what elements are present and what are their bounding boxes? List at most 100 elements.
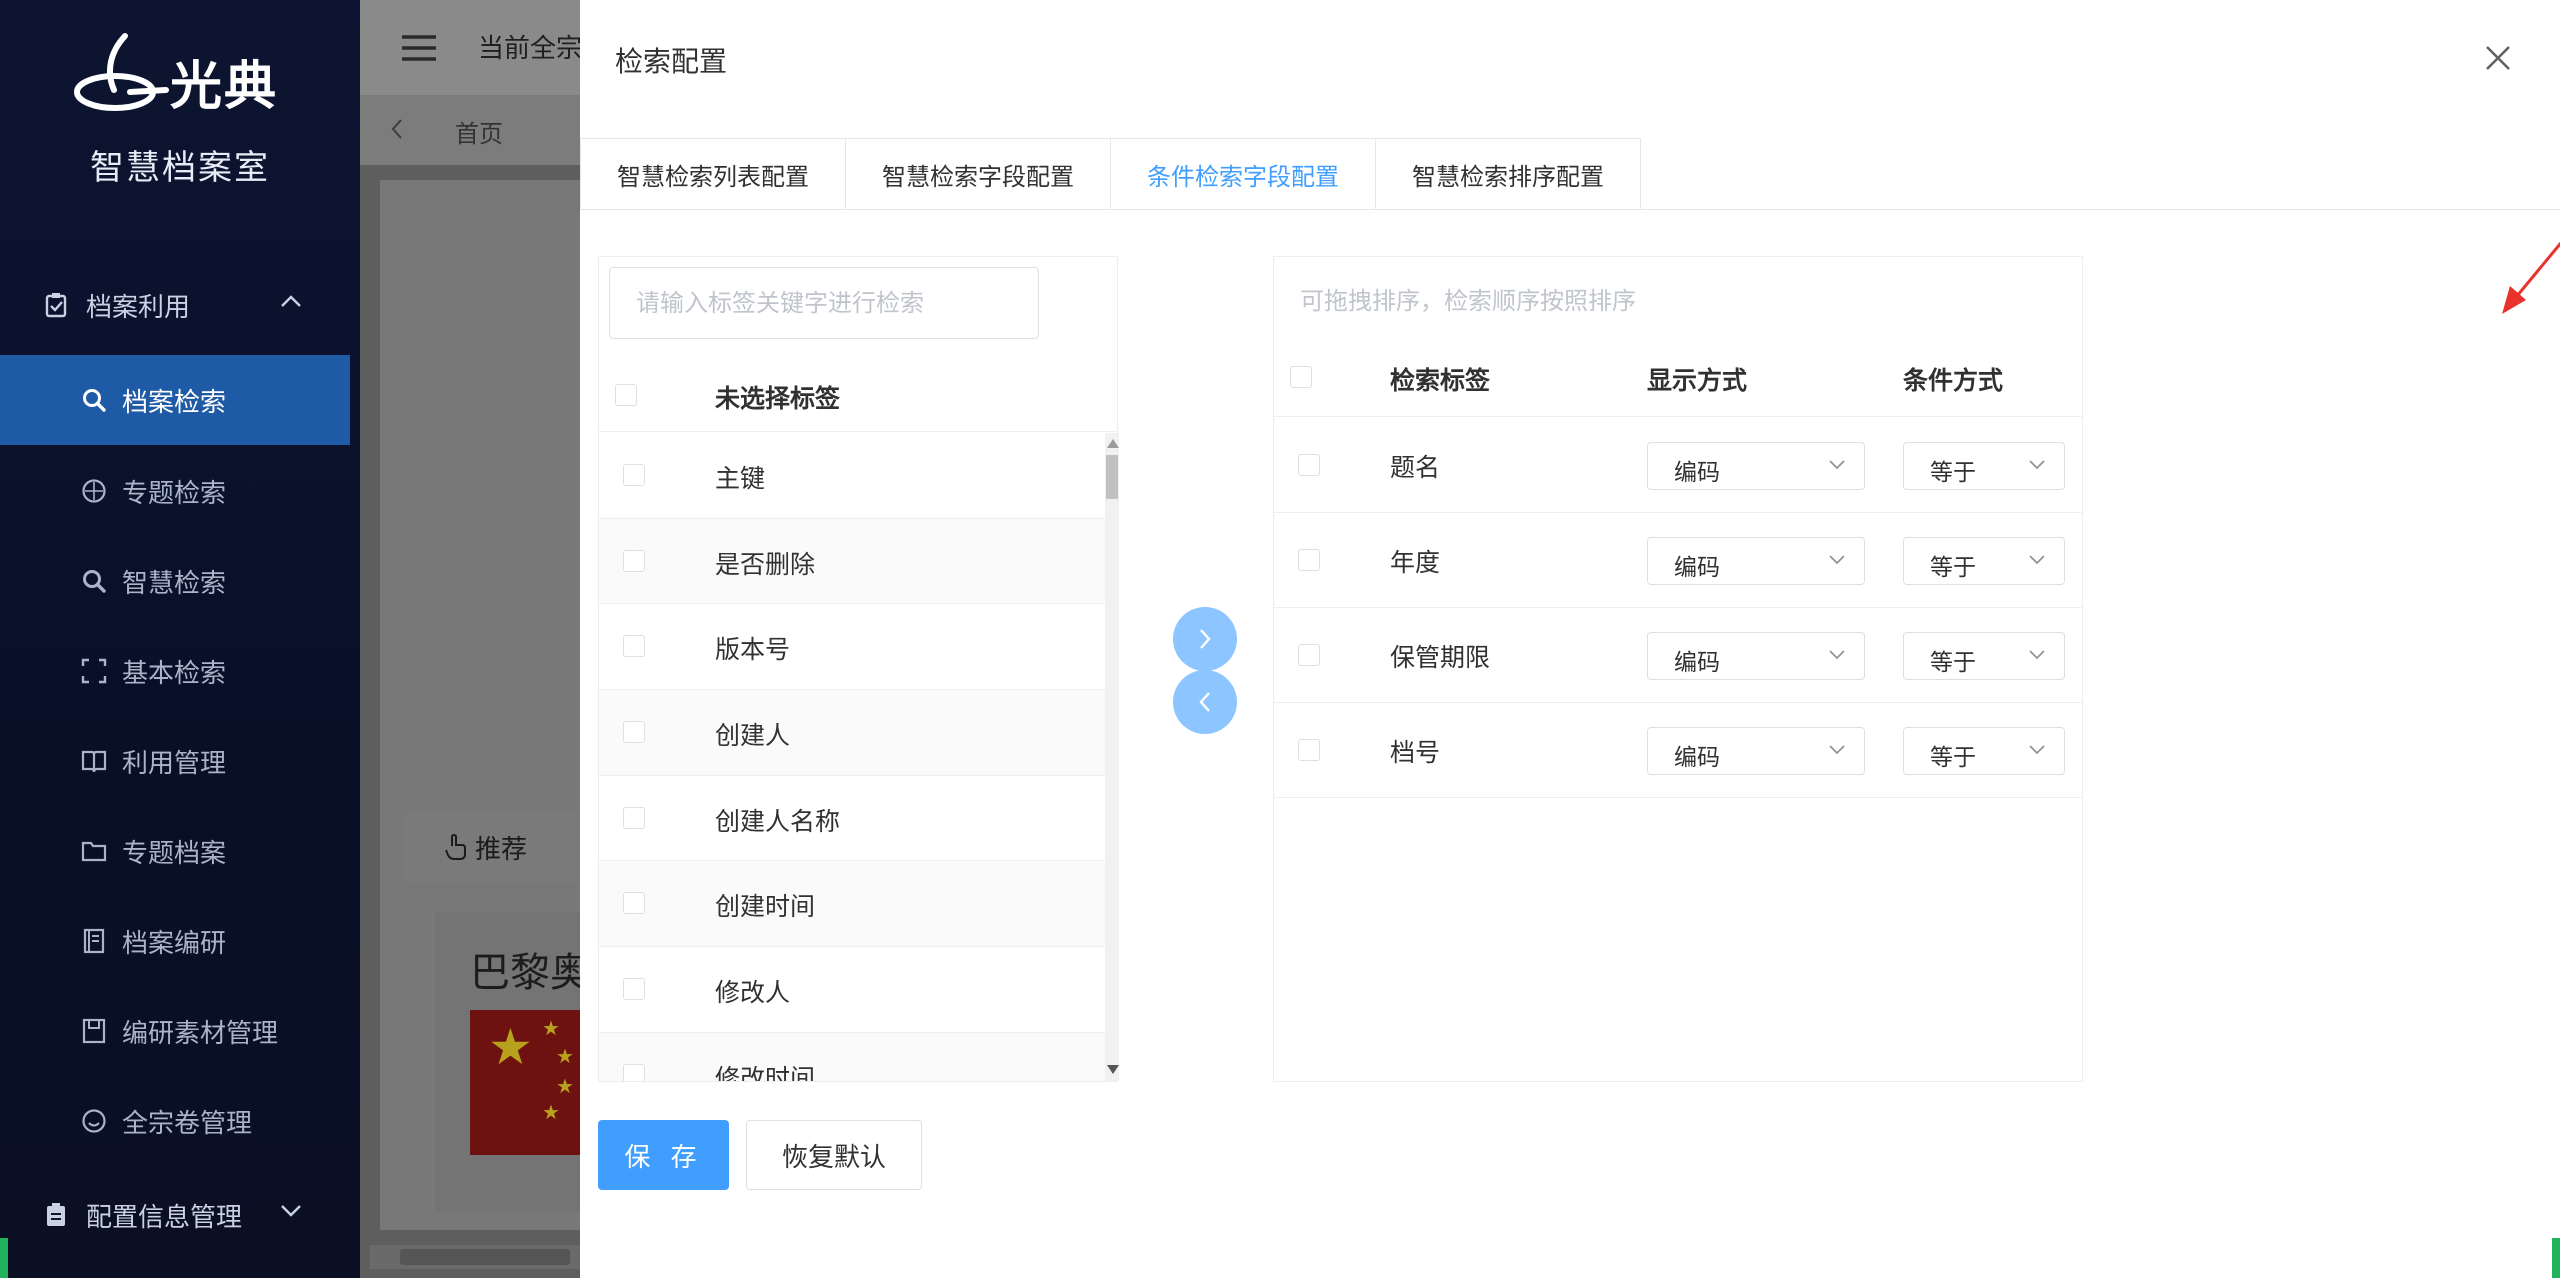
hand-icon <box>445 833 467 867</box>
sidebar-item-topic-search[interactable]: 专题检索 <box>0 446 350 536</box>
select-value: 编码 <box>1674 650 1720 676</box>
smile-icon <box>80 1107 108 1135</box>
menu-toggle-icon[interactable] <box>400 34 438 62</box>
menu-group-archive-use[interactable]: 档案利用 <box>0 260 350 350</box>
row-checkbox[interactable] <box>623 721 645 744</box>
tab-smart-search-sort[interactable]: 智慧检索排序配置 <box>1376 138 1641 210</box>
list-item[interactable]: 修改时间 <box>599 1032 1105 1081</box>
table-row[interactable]: 题名 编码 等于 <box>1274 418 2082 513</box>
row-checkbox[interactable] <box>1298 549 1320 571</box>
condition-mode-select[interactable]: 等于 <box>1903 442 2065 490</box>
close-icon[interactable] <box>2478 38 2518 78</box>
move-left-button[interactable] <box>1173 670 1237 734</box>
column-header-display: 显示方式 <box>1647 366 1748 395</box>
tab-recommend[interactable]: 推荐 <box>405 812 585 882</box>
chevron-down-icon <box>2029 555 2045 565</box>
display-mode-select[interactable]: 编码 <box>1647 727 1865 775</box>
sidebar-item-label: 档案检索 <box>122 387 227 418</box>
news-title: 巴黎奥 <box>470 950 590 996</box>
annotation-arrow-icon <box>2502 241 2560 314</box>
restore-default-button[interactable]: 恢复默认 <box>746 1120 922 1190</box>
drag-sort-hint: 可拖拽排序，检索顺序按照排序 <box>1300 287 1636 315</box>
scroll-up-icon[interactable] <box>1107 439 1119 448</box>
condition-mode-select[interactable]: 等于 <box>1903 727 2065 775</box>
condition-mode-select[interactable]: 等于 <box>1903 632 2065 680</box>
chevron-right-icon <box>1200 629 1211 649</box>
tab-home[interactable]: 首页 <box>455 114 503 149</box>
list-item-label: 创建人名称 <box>715 806 841 836</box>
row-checkbox[interactable] <box>623 806 645 829</box>
list-item[interactable]: 版本号 <box>599 604 1105 691</box>
list-item[interactable]: 创建人 <box>599 690 1105 776</box>
sidebar-item-label: 基本检索 <box>122 658 227 689</box>
sidebar-item-archive-search[interactable]: 档案检索 <box>0 355 350 445</box>
display-mode-select[interactable]: 编码 <box>1647 632 1865 680</box>
sidebar-item-fonds-management[interactable]: 全宗卷管理 <box>0 1076 350 1166</box>
condition-mode-select[interactable]: 等于 <box>1903 537 2065 585</box>
move-right-button[interactable] <box>1173 607 1237 671</box>
sidebar-item-label: 专题检索 <box>122 478 227 509</box>
row-checkbox[interactable] <box>1298 739 1320 761</box>
chevron-down-icon <box>281 1205 301 1217</box>
scrollbar-thumb[interactable] <box>1106 455 1118 499</box>
select-value: 等于 <box>1930 650 1976 676</box>
row-checkbox[interactable] <box>1298 454 1320 476</box>
table-row[interactable]: 年度 编码 等于 <box>1274 513 2082 608</box>
list-item[interactable]: 创建人名称 <box>599 776 1105 862</box>
list-item[interactable]: 主键 <box>599 433 1105 519</box>
row-label: 年度 <box>1390 548 1441 577</box>
unselected-header-label: 未选择标签 <box>715 384 841 413</box>
row-checkbox[interactable] <box>623 635 645 658</box>
table-row[interactable]: 保管期限 编码 等于 <box>1274 608 2082 703</box>
sidebar-item-basic-search[interactable]: 基本检索 <box>0 626 350 716</box>
save-icon <box>80 1017 108 1045</box>
display-mode-select[interactable]: 编码 <box>1647 442 1865 490</box>
row-checkbox[interactable] <box>623 892 645 915</box>
config-tabs: 智慧检索列表配置 智慧检索字段配置 条件检索字段配置 智慧检索排序配置 <box>580 138 1641 210</box>
scroll-down-icon[interactable] <box>1107 1065 1119 1074</box>
sidebar-item-topic-archive[interactable]: 专题档案 <box>0 806 350 896</box>
menu-group-label: 档案利用 <box>86 292 191 323</box>
select-all-checkbox[interactable] <box>1290 366 1312 388</box>
save-button[interactable]: 保 存 <box>598 1120 729 1190</box>
sidebar-item-use-management[interactable]: 利用管理 <box>0 716 350 806</box>
chevron-left-icon[interactable] <box>390 118 404 140</box>
chevron-down-icon <box>1829 460 1845 470</box>
scrollbar-thumb[interactable] <box>400 1249 570 1265</box>
row-checkbox[interactable] <box>1298 644 1320 666</box>
sidebar-item-archive-research[interactable]: 档案编研 <box>0 896 350 986</box>
selected-labels-panel: 可拖拽排序，检索顺序按照排序 检索标签 显示方式 条件方式 题名 编码 等于 年… <box>1273 256 2083 1082</box>
chevron-down-icon <box>2029 460 2045 470</box>
horizontal-scrollbar[interactable] <box>370 1245 580 1269</box>
list-item-label: 是否删除 <box>715 549 816 579</box>
current-fonds-label: 当前全宗 <box>478 34 583 64</box>
list-item[interactable]: 是否删除 <box>599 518 1105 605</box>
unselected-labels-panel: 未选择标签 主键 是否删除 版本号 创建人 创建人名称 创建时间 修改人 修改时… <box>598 256 1119 1082</box>
vertical-scrollbar[interactable] <box>1105 433 1119 1081</box>
notebook-icon <box>80 927 108 955</box>
row-checkbox[interactable] <box>623 464 645 486</box>
unselected-header: 未选择标签 <box>599 357 1117 432</box>
list-item[interactable]: 修改人 <box>599 947 1105 1033</box>
select-all-checkbox[interactable] <box>615 384 637 406</box>
row-checkbox[interactable] <box>623 978 645 1001</box>
select-value: 等于 <box>1930 555 1976 581</box>
tab-condition-search-fields[interactable]: 条件检索字段配置 <box>1111 138 1376 210</box>
list-item-label: 创建时间 <box>715 892 816 922</box>
sidebar-item-material-management[interactable]: 编研素材管理 <box>0 986 350 1076</box>
table-row[interactable]: 档号 编码 等于 <box>1274 703 2082 798</box>
sidebar-item-smart-search[interactable]: 智慧检索 <box>0 536 350 626</box>
menu-group-config-management[interactable]: 配置信息管理 <box>0 1170 350 1260</box>
list-item-label: 修改人 <box>715 978 791 1008</box>
tab-smart-search-list[interactable]: 智慧检索列表配置 <box>580 138 846 210</box>
list-item[interactable]: 创建时间 <box>599 861 1105 948</box>
folder-icon <box>80 837 108 865</box>
label-search-input[interactable] <box>609 267 1039 339</box>
row-checkbox[interactable] <box>623 1063 645 1081</box>
menu-group-label: 配置信息管理 <box>86 1202 243 1233</box>
row-checkbox[interactable] <box>623 549 645 572</box>
system-title: 智慧档案室 <box>90 148 270 188</box>
display-mode-select[interactable]: 编码 <box>1647 537 1865 585</box>
tab-smart-search-fields[interactable]: 智慧检索字段配置 <box>846 138 1111 210</box>
list-item-label: 版本号 <box>715 635 791 665</box>
